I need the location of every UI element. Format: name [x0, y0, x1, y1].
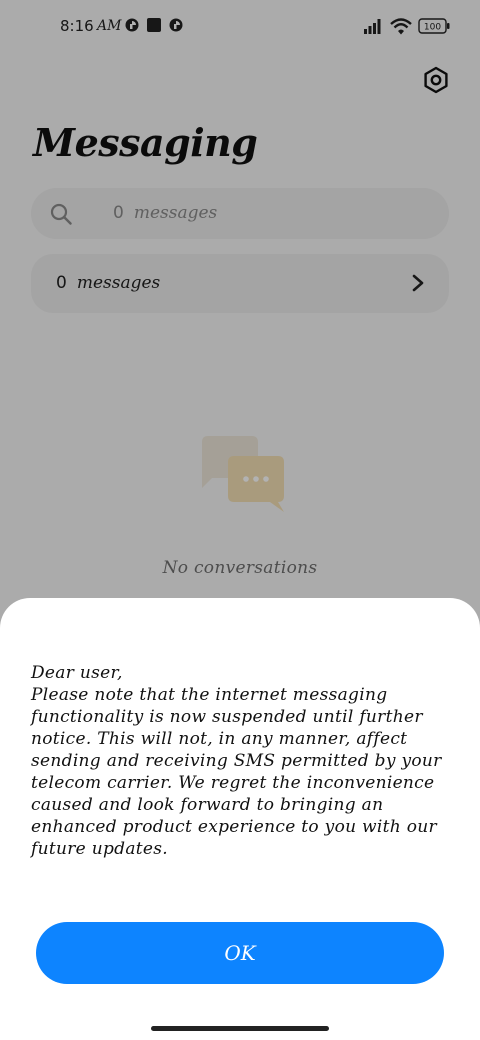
dialog-greeting: Dear user, — [31, 663, 123, 683]
notice-dialog: Dear user, Please note that the internet … — [0, 598, 480, 1040]
dialog-message: Dear user, Please note that the internet … — [31, 662, 449, 860]
ok-button[interactable]: OK — [36, 922, 444, 984]
dialog-body: Please note that the internet messaging … — [31, 685, 442, 859]
home-indicator[interactable] — [151, 1026, 329, 1031]
